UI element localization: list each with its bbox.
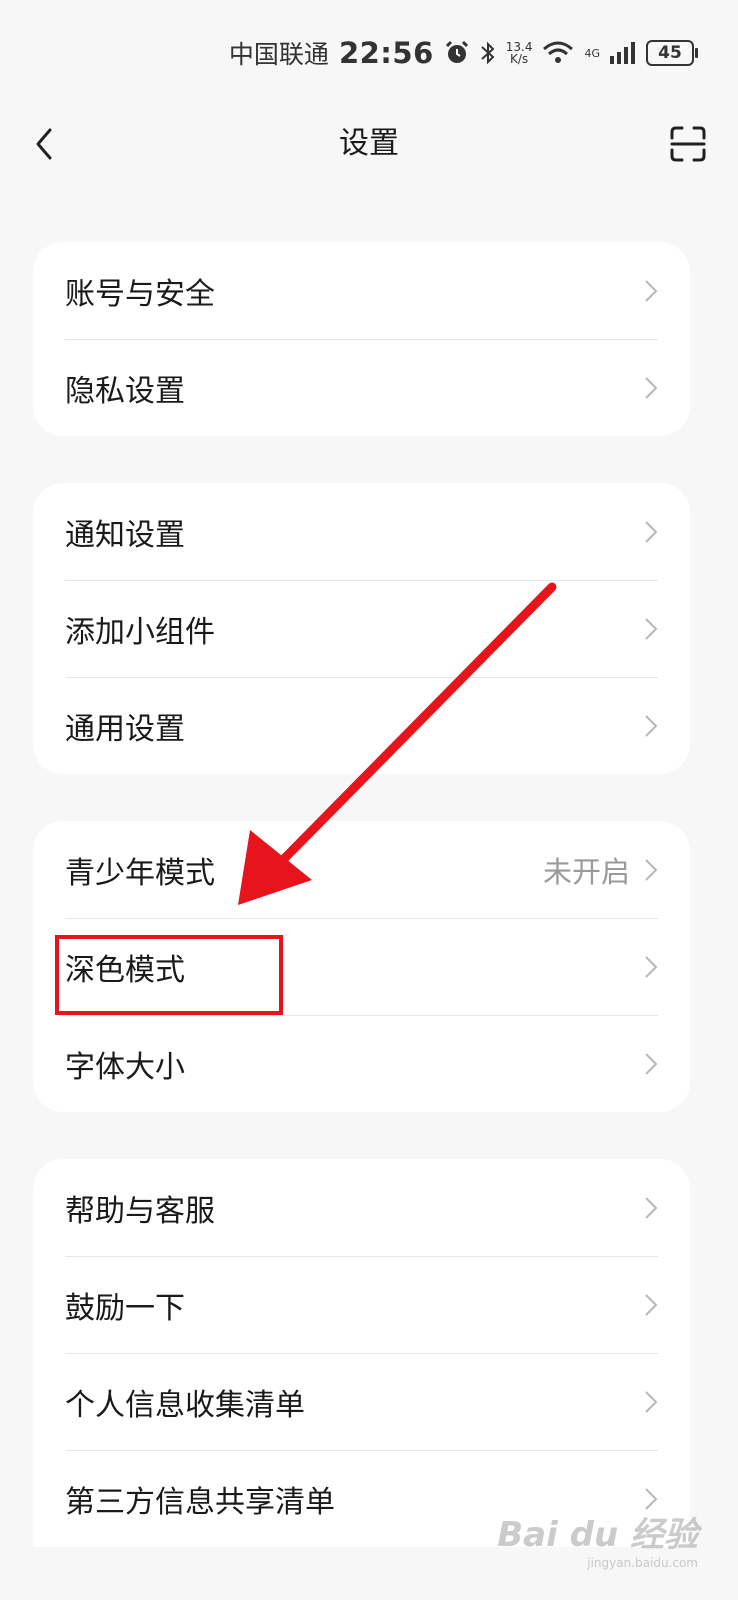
settings-item-label: 字体大小 — [65, 1049, 185, 1085]
settings-item-privacy[interactable]: 隐私设置 — [33, 339, 690, 436]
chevron-right-icon — [645, 955, 658, 978]
watermark-sub: jingyan.baidu.com — [587, 1556, 698, 1570]
chevron-right-icon — [645, 1052, 658, 1075]
settings-item-label: 隐私设置 — [65, 373, 185, 409]
settings-group-general: 通知设置 添加小组件 通用设置 — [33, 483, 690, 774]
settings-item-label: 鼓励一下 — [65, 1290, 185, 1326]
settings-item-label: 账号与安全 — [65, 276, 215, 312]
settings-item-add-widget[interactable]: 添加小组件 — [33, 580, 690, 677]
highlight-box — [55, 935, 283, 1015]
network-type: 4G — [584, 48, 600, 59]
status-bar: 中国联通 22:56 13.4 K/s 4G 45 — [228, 30, 698, 76]
battery-indicator: 45 — [646, 40, 698, 66]
chevron-right-icon — [645, 1293, 658, 1316]
chevron-right-icon — [645, 858, 658, 881]
network-type-label: 4G — [584, 46, 600, 60]
chevron-right-icon — [645, 1196, 658, 1219]
settings-group-about: 帮助与客服 鼓励一下 个人信息收集清单 第三方信息共享清单 — [33, 1159, 690, 1547]
settings-item-encourage[interactable]: 鼓励一下 — [33, 1256, 690, 1353]
settings-item-notifications[interactable]: 通知设置 — [33, 483, 690, 580]
settings-item-label: 通用设置 — [65, 711, 185, 747]
settings-item-value: 未开启 — [542, 854, 630, 889]
settings-item-label: 添加小组件 — [65, 614, 215, 650]
settings-item-label: 帮助与客服 — [65, 1193, 215, 1229]
settings-group-account: 账号与安全 隐私设置 — [33, 242, 690, 436]
page-title: 设置 — [339, 126, 399, 161]
settings-item-personal-info-list[interactable]: 个人信息收集清单 — [33, 1353, 690, 1450]
speed-unit: K/s — [510, 52, 529, 66]
chevron-right-icon — [645, 520, 658, 543]
settings-item-help[interactable]: 帮助与客服 — [33, 1159, 690, 1256]
carrier-label: 中国联通 — [228, 40, 329, 69]
settings-item-general[interactable]: 通用设置 — [33, 677, 690, 774]
chevron-right-icon — [645, 279, 658, 302]
watermark-text: Bai du 经验 — [497, 1515, 698, 1555]
scan-icon[interactable] — [668, 124, 708, 164]
settings-item-label: 通知设置 — [65, 517, 185, 553]
alarm-icon — [445, 40, 468, 63]
settings-item-teen-mode[interactable]: 青少年模式 未开启 — [33, 821, 690, 918]
settings-item-label: 个人信息收集清单 — [65, 1387, 305, 1423]
bluetooth-icon — [481, 41, 495, 65]
signal-icon — [610, 42, 635, 64]
chevron-right-icon — [645, 1390, 658, 1413]
wifi-icon — [543, 41, 574, 63]
watermark: Bai du 经验 jingyan.baidu.com — [497, 1507, 698, 1570]
settings-item-account-security[interactable]: 账号与安全 — [33, 242, 690, 339]
settings-item-label: 青少年模式 — [65, 855, 215, 891]
chevron-right-icon — [645, 714, 658, 737]
chevron-right-icon — [645, 376, 658, 399]
settings-item-font-size[interactable]: 字体大小 — [33, 1015, 690, 1112]
network-speed: 13.4 K/s — [506, 41, 533, 65]
clock: 22:56 — [338, 36, 434, 70]
battery-level: 45 — [658, 43, 682, 63]
chevron-right-icon — [645, 617, 658, 640]
